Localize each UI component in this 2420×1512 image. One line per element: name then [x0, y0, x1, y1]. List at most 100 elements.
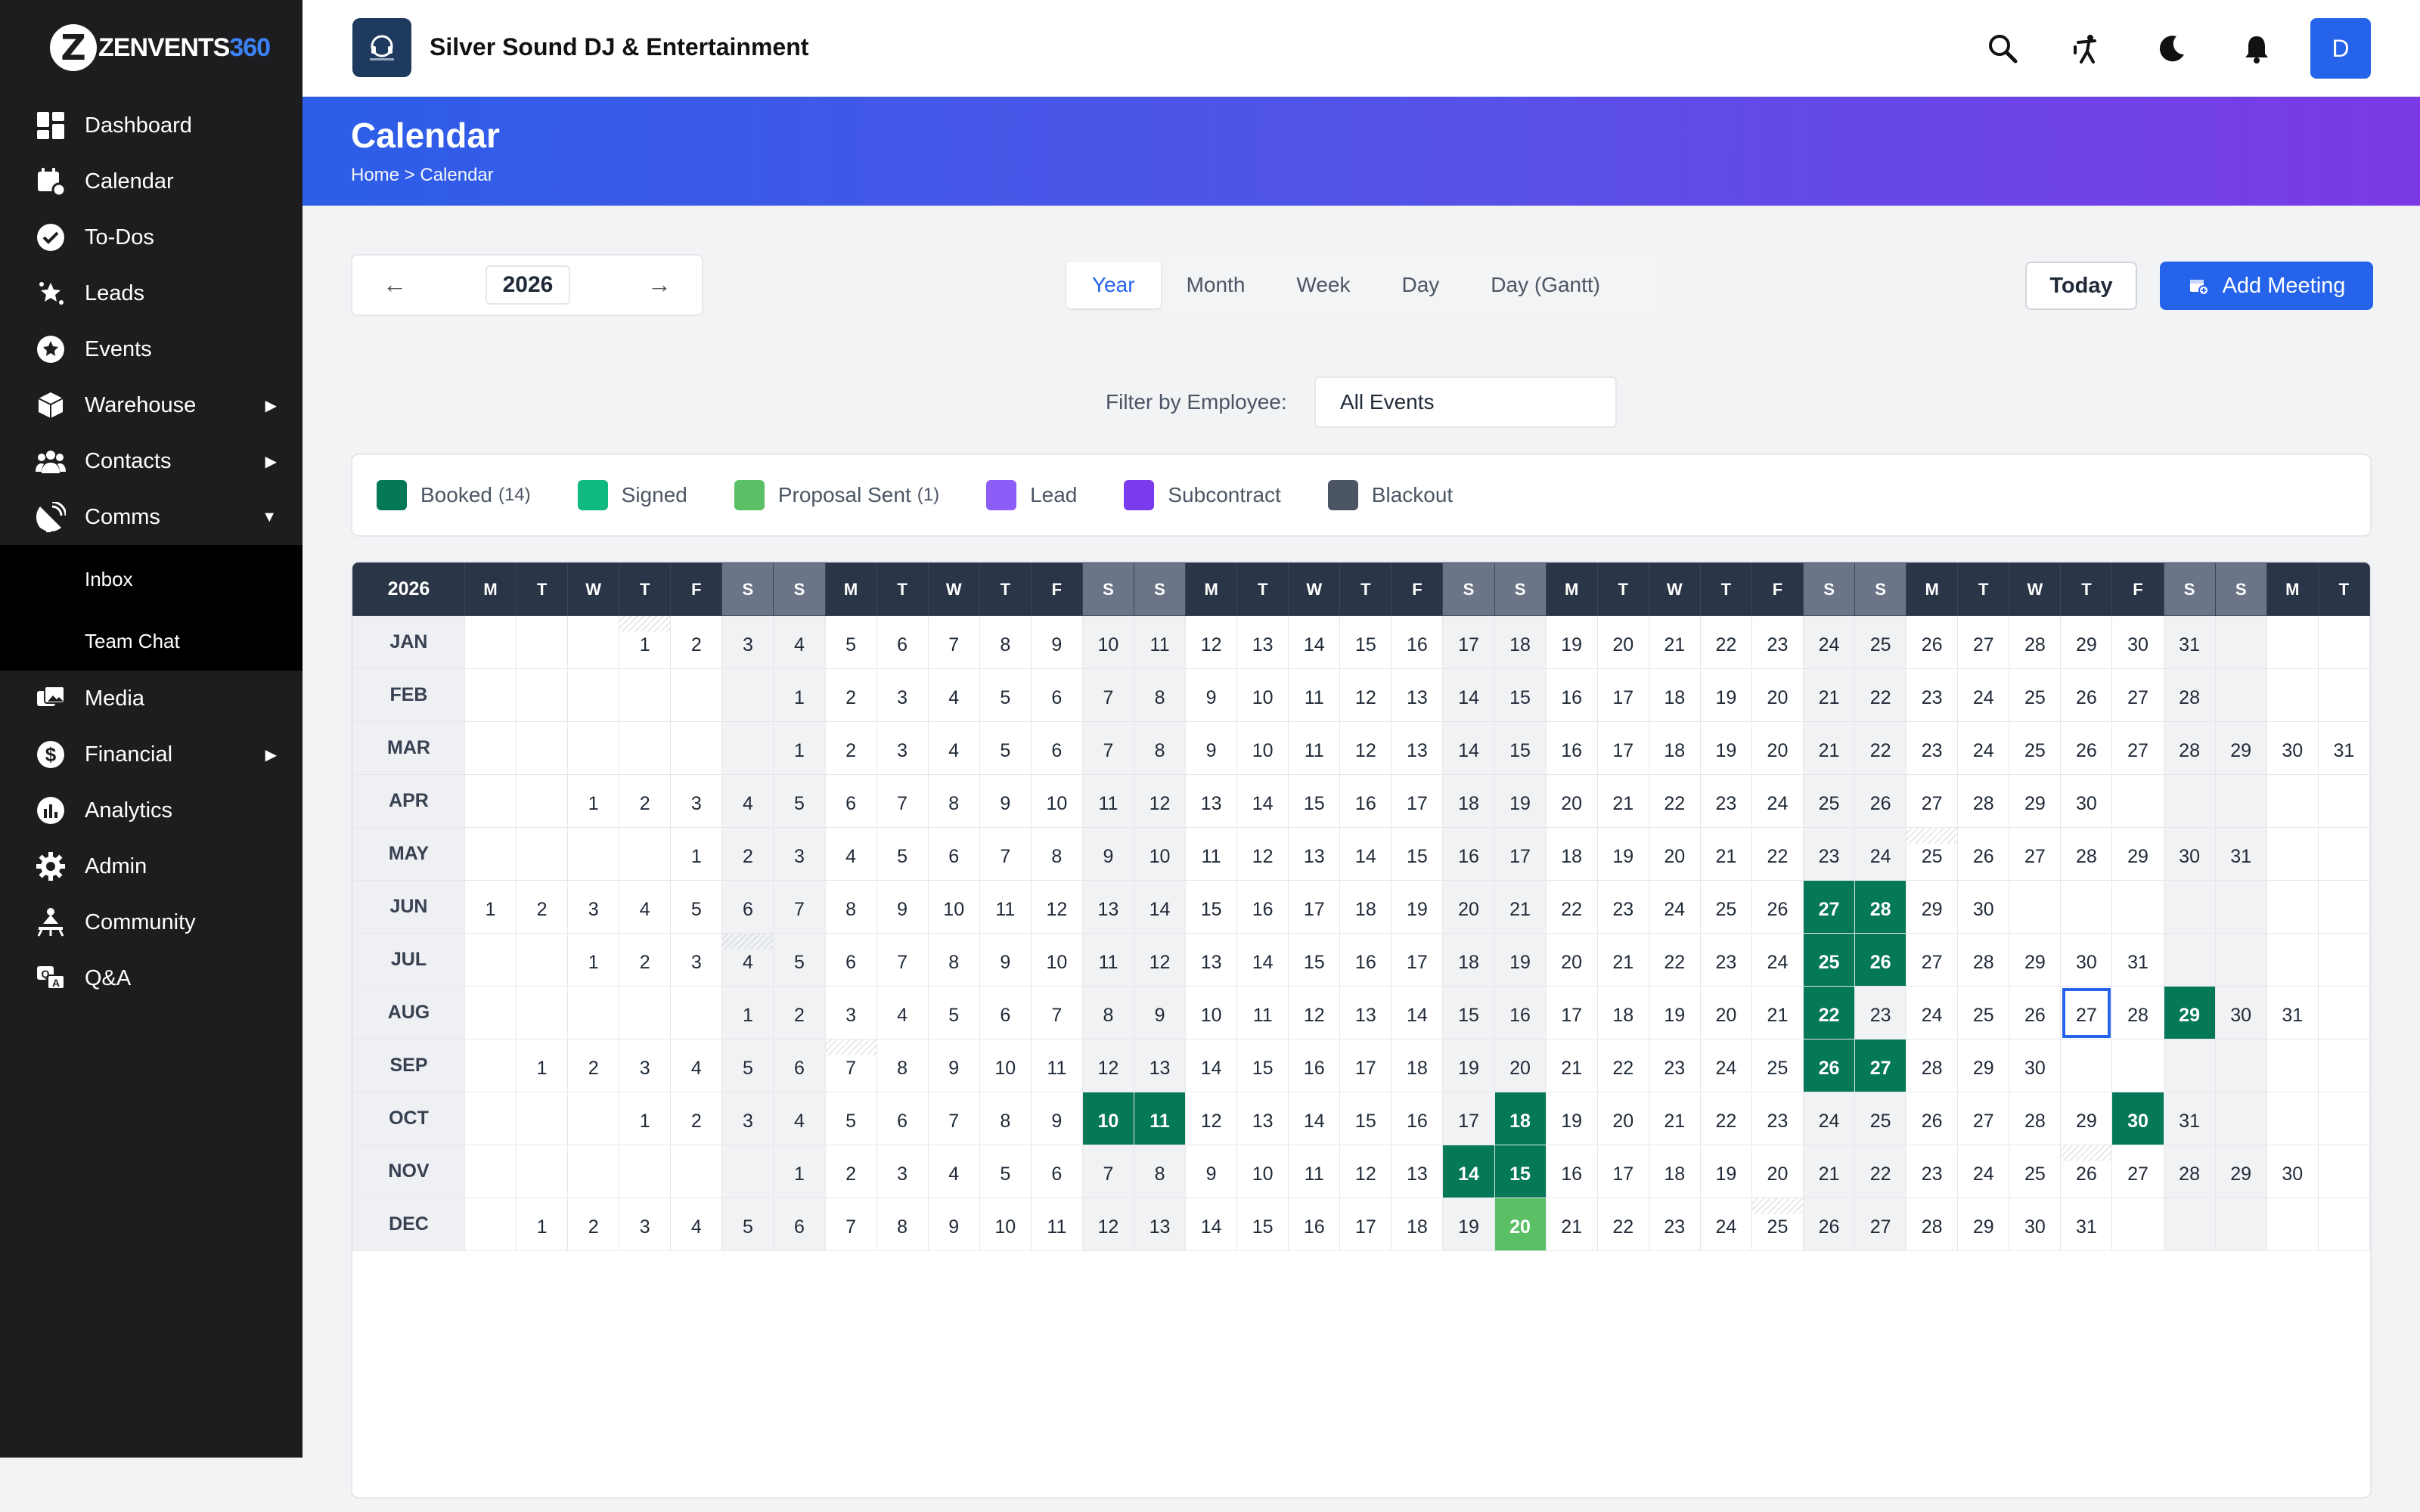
- day-cell[interactable]: 29: [2060, 615, 2113, 669]
- day-cell[interactable]: 27: [2060, 986, 2113, 1040]
- day-cell[interactable]: 16: [1236, 880, 1289, 934]
- day-cell[interactable]: 8: [876, 1198, 929, 1251]
- day-cell[interactable]: 20: [1442, 880, 1495, 934]
- day-cell[interactable]: 6: [1030, 1145, 1083, 1198]
- day-cell[interactable]: 21: [1699, 827, 1752, 881]
- day-cell[interactable]: 24: [1699, 1039, 1752, 1092]
- day-cell[interactable]: 9: [876, 880, 929, 934]
- day-cell[interactable]: 19: [1442, 1039, 1495, 1092]
- day-cell[interactable]: 6: [773, 1198, 826, 1251]
- day-cell[interactable]: 5: [824, 1092, 877, 1145]
- day-cell[interactable]: 12: [1030, 880, 1083, 934]
- sidebar-item-events[interactable]: Events: [0, 321, 302, 377]
- day-cell[interactable]: 5: [670, 880, 723, 934]
- expand-arrow-icon[interactable]: ▶: [265, 452, 277, 471]
- day-cell[interactable]: 13: [1339, 986, 1392, 1040]
- prev-year-button[interactable]: ←: [383, 271, 407, 299]
- day-cell[interactable]: 15: [1391, 827, 1444, 881]
- view-month-button[interactable]: Month: [1161, 262, 1271, 308]
- day-cell[interactable]: 9: [1185, 721, 1238, 775]
- day-cell[interactable]: 5: [927, 986, 980, 1040]
- day-cell[interactable]: 4: [876, 986, 929, 1040]
- day-cell[interactable]: 13: [1133, 1198, 1187, 1251]
- day-cell[interactable]: 17: [1391, 933, 1444, 987]
- day-cell[interactable]: 31: [2111, 933, 2164, 987]
- day-cell[interactable]: 1: [516, 1198, 569, 1251]
- day-cell[interactable]: 7: [979, 827, 1032, 881]
- app-logo[interactable]: Z ZENVENTS 360: [50, 23, 271, 73]
- day-cell[interactable]: 16: [1339, 933, 1392, 987]
- day-cell[interactable]: 20: [1751, 721, 1804, 775]
- day-cell[interactable]: 23: [1699, 774, 1752, 828]
- day-cell[interactable]: 11: [1288, 721, 1341, 775]
- day-cell[interactable]: 6: [876, 615, 929, 669]
- day-cell[interactable]: 3: [721, 1092, 774, 1145]
- day-cell[interactable]: 10: [1030, 774, 1083, 828]
- legend-item-lead[interactable]: Lead: [986, 480, 1077, 510]
- day-cell[interactable]: 20: [1494, 1039, 1547, 1092]
- day-cell[interactable]: 17: [1545, 986, 1598, 1040]
- day-cell[interactable]: 3: [876, 1145, 929, 1198]
- day-cell[interactable]: 17: [1596, 721, 1649, 775]
- day-cell[interactable]: 15: [1494, 721, 1547, 775]
- sidebar-subitem-inbox[interactable]: Inbox: [0, 548, 302, 610]
- day-cell[interactable]: 18: [1648, 1145, 1701, 1198]
- day-cell[interactable]: 24: [1906, 986, 1959, 1040]
- sidebar-item-calendar[interactable]: Calendar: [0, 153, 302, 209]
- day-cell[interactable]: 13: [1288, 827, 1341, 881]
- day-cell[interactable]: 18: [1596, 986, 1649, 1040]
- view-year-button[interactable]: Year: [1066, 262, 1161, 308]
- day-cell[interactable]: 11: [1030, 1039, 1083, 1092]
- accessibility-icon[interactable]: [2068, 29, 2107, 68]
- day-cell[interactable]: 4: [773, 1092, 826, 1145]
- day-cell[interactable]: 27: [2111, 1145, 2164, 1198]
- day-cell[interactable]: 26: [1906, 1092, 1959, 1145]
- legend-item-proposal-sent[interactable]: Proposal Sent (1): [734, 480, 939, 510]
- day-cell[interactable]: 2: [670, 615, 723, 669]
- add-meeting-button[interactable]: Add Meeting: [2160, 262, 2373, 310]
- day-cell[interactable]: 25: [2009, 1145, 2062, 1198]
- day-cell[interactable]: 20: [1545, 774, 1598, 828]
- day-cell[interactable]: 17: [1442, 615, 1495, 669]
- day-cell[interactable]: 8: [979, 615, 1032, 669]
- day-cell[interactable]: 30: [2111, 1092, 2164, 1145]
- day-cell[interactable]: 16: [1288, 1198, 1341, 1251]
- day-cell[interactable]: 10: [979, 1198, 1032, 1251]
- day-cell[interactable]: 20: [1596, 1092, 1649, 1145]
- day-cell[interactable]: 21: [1648, 615, 1701, 669]
- legend-item-signed[interactable]: Signed: [577, 480, 687, 510]
- day-cell[interactable]: 25: [1957, 986, 2010, 1040]
- day-cell[interactable]: 13: [1236, 1092, 1289, 1145]
- day-cell[interactable]: 24: [1957, 668, 2010, 722]
- day-cell[interactable]: 19: [1596, 827, 1649, 881]
- day-cell[interactable]: 15: [1288, 774, 1341, 828]
- day-cell[interactable]: 23: [1802, 827, 1856, 881]
- day-cell[interactable]: 22: [1854, 721, 1907, 775]
- day-cell[interactable]: 21: [1545, 1039, 1598, 1092]
- day-cell[interactable]: 22: [1596, 1198, 1649, 1251]
- day-cell[interactable]: 1: [773, 668, 826, 722]
- day-cell[interactable]: 22: [1596, 1039, 1649, 1092]
- day-cell[interactable]: 12: [1339, 721, 1392, 775]
- day-cell[interactable]: 7: [1081, 721, 1134, 775]
- day-cell[interactable]: 26: [1957, 827, 2010, 881]
- day-cell[interactable]: 3: [670, 933, 723, 987]
- day-cell[interactable]: 2: [824, 1145, 877, 1198]
- day-cell[interactable]: 29: [2060, 1092, 2113, 1145]
- day-cell[interactable]: 5: [824, 615, 877, 669]
- day-cell[interactable]: 11: [1081, 774, 1134, 828]
- day-cell[interactable]: 5: [721, 1198, 774, 1251]
- view-gantt-button[interactable]: Day (Gantt): [1465, 262, 1626, 308]
- day-cell[interactable]: 25: [1751, 1039, 1804, 1092]
- day-cell[interactable]: 23: [1596, 880, 1649, 934]
- day-cell[interactable]: 8: [1030, 827, 1083, 881]
- day-cell[interactable]: 11: [1288, 1145, 1341, 1198]
- day-cell[interactable]: 1: [567, 933, 620, 987]
- day-cell[interactable]: 2: [516, 880, 569, 934]
- day-cell[interactable]: 30: [2060, 933, 2113, 987]
- day-cell[interactable]: 2: [824, 721, 877, 775]
- day-cell[interactable]: 5: [773, 774, 826, 828]
- day-cell[interactable]: 1: [516, 1039, 569, 1092]
- day-cell[interactable]: 13: [1391, 668, 1444, 722]
- day-cell[interactable]: 17: [1442, 1092, 1495, 1145]
